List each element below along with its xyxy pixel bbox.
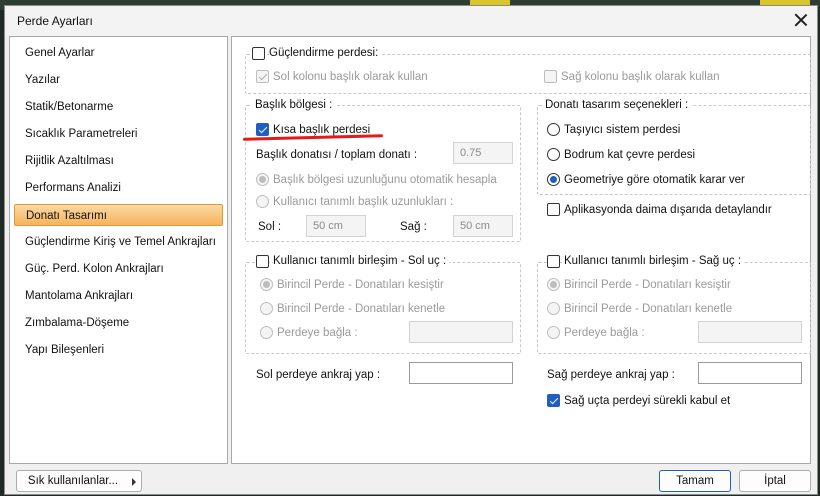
- sidebar-item-mantolama[interactable]: Mantolama Ankrajları: [14, 285, 223, 307]
- surekli-checkbox[interactable]: [547, 394, 560, 407]
- kisa-baslik-checkbox[interactable]: [256, 123, 269, 136]
- iptal-button[interactable]: İptal: [739, 470, 811, 492]
- kullanici-label: Kullanıcı tanımlı başlık uzunlukları :: [273, 196, 454, 208]
- sag-kesistir-radio[interactable]: [547, 278, 560, 291]
- sik-kullanilanlar-button[interactable]: Sık kullanılanlar...: [16, 470, 142, 492]
- perde-ayarlari-dialog: Perde Ayarları Genel Ayarlar Yazılar Sta…: [4, 5, 818, 495]
- sol-kolonu-label: Sol kolonu başlık olarak kullan: [273, 71, 428, 83]
- dialog-title: Perde Ayarları: [17, 14, 93, 28]
- sidebar-item-sicaklik[interactable]: Sıcaklık Parametreleri: [14, 123, 223, 145]
- sidebar-item-yapi-bilesenleri[interactable]: Yapı Bileşenleri: [14, 339, 223, 361]
- sol-perdeye-input[interactable]: [409, 321, 513, 343]
- tamam-button[interactable]: Tamam: [659, 470, 731, 492]
- sag-kolonu-checkbox[interactable]: [544, 70, 557, 83]
- ratio-label: Başlık donatısı / toplam donatı :: [256, 149, 418, 161]
- sag-perdeye-label: Perdeye bağla :: [564, 327, 645, 339]
- geometri-radio[interactable]: [547, 173, 560, 186]
- surekli-label: Sağ uçta perdeyi sürekli kabul et: [564, 395, 731, 407]
- ratio-input[interactable]: 0.75: [453, 142, 513, 164]
- sol-uc-checkbox[interactable]: [256, 255, 269, 268]
- sol-length-input[interactable]: 50 cm: [306, 215, 366, 237]
- sag-length-input[interactable]: 50 cm: [453, 215, 513, 237]
- sol-kesistir-radio[interactable]: [260, 278, 273, 291]
- chevron-right-icon: [132, 478, 136, 486]
- close-icon[interactable]: [793, 12, 809, 28]
- sol-kenetle-label: Birincil Perde - Donatıları kenetle: [277, 303, 446, 315]
- sidebar-item-statik-betonarme[interactable]: Statik/Betonarme: [14, 96, 223, 118]
- otomatik-label: Başlık bölgesi uzunluğunu otomatik hesap…: [273, 174, 497, 186]
- sol-perdeye-radio[interactable]: [260, 326, 273, 339]
- sidebar-item-performans[interactable]: Performans Analizi: [14, 177, 223, 199]
- sik-kullanilanlar-label: Sık kullanılanlar...: [27, 475, 119, 487]
- sag-kesistir-label: Birincil Perde - Donatıları kesiştir: [564, 279, 731, 291]
- sag-kolonu-label: Sağ kolonu başlık olarak kullan: [561, 71, 720, 83]
- kullanici-radio[interactable]: [256, 195, 269, 208]
- sol-uc-title: Kullanıcı tanımlı birleşim - Sol uç :: [273, 255, 450, 267]
- sol-kolonu-checkbox[interactable]: [256, 70, 269, 83]
- guclendirme-checkbox[interactable]: [252, 47, 265, 60]
- tasiyici-radio[interactable]: [547, 123, 560, 136]
- sidebar-item-donati-tasarimi[interactable]: Donatı Tasarımı: [14, 204, 223, 226]
- sag-ankraj-label: Sağ perdeye ankraj yap :: [547, 369, 675, 381]
- sag-label: Sağ :: [400, 221, 427, 233]
- aplikasyon-label: Aplikasyonda daima dışarıda detaylandır: [564, 204, 772, 216]
- settings-category-list: Genel Ayarlar Yazılar Statik/Betonarme S…: [9, 36, 228, 464]
- sag-kenetle-radio[interactable]: [547, 302, 560, 315]
- sol-ankraj-input[interactable]: [409, 362, 513, 384]
- sag-perdeye-input[interactable]: [698, 321, 802, 343]
- sag-kenetle-label: Birincil Perde - Donatıları kenetle: [564, 303, 733, 315]
- sol-kenetle-radio[interactable]: [260, 302, 273, 315]
- sag-perdeye-radio[interactable]: [547, 326, 560, 339]
- sol-label: Sol :: [258, 221, 282, 233]
- sag-uc-title: Kullanıcı tanımlı birleşim - Sağ uç :: [564, 255, 745, 267]
- sol-kesistir-label: Birincil Perde - Donatıları kesiştir: [277, 279, 444, 291]
- sidebar-item-zimbalama[interactable]: Zımbalama-Döşeme: [14, 312, 223, 334]
- bodrum-radio[interactable]: [547, 148, 560, 161]
- aplikasyon-checkbox[interactable]: [547, 203, 560, 216]
- sidebar-item-genel-ayarlar[interactable]: Genel Ayarlar: [14, 42, 223, 64]
- geometri-label: Geometriye göre otomatik karar ver: [564, 174, 745, 186]
- settings-panel: Güçlendirme perdesi: Sol kolonu başlık o…: [231, 36, 811, 464]
- baslik-bolgesi-title: Başlık bölgesi :: [252, 99, 336, 111]
- sag-ankraj-input[interactable]: [698, 362, 802, 384]
- guclendirme-label: Güçlendirme perdesi:: [269, 47, 382, 59]
- sol-ankraj-label: Sol perdeye ankraj yap :: [256, 369, 381, 381]
- sol-perdeye-label: Perdeye bağla :: [277, 327, 358, 339]
- sidebar-item-rijitlik[interactable]: Rijitlik Azaltılması: [14, 150, 223, 172]
- sidebar-item-yazilar[interactable]: Yazılar: [14, 69, 223, 91]
- bodrum-label: Bodrum kat çevre perdesi: [564, 149, 696, 161]
- title-bar: Perde Ayarları: [5, 6, 817, 36]
- sidebar-item-guclendirme-kiris[interactable]: Güçlendirme Kiriş ve Temel Ankrajları: [14, 231, 223, 253]
- donati-tasarim-title: Donatı tasarım seçenekleri :: [542, 99, 692, 111]
- otomatik-radio[interactable]: [256, 173, 269, 186]
- sidebar-item-guc-perd-kolon[interactable]: Güç. Perd. Kolon Ankrajları: [14, 258, 223, 280]
- tasiyici-label: Taşıyıcı sistem perdesi: [564, 124, 681, 136]
- sag-uc-checkbox[interactable]: [547, 255, 560, 268]
